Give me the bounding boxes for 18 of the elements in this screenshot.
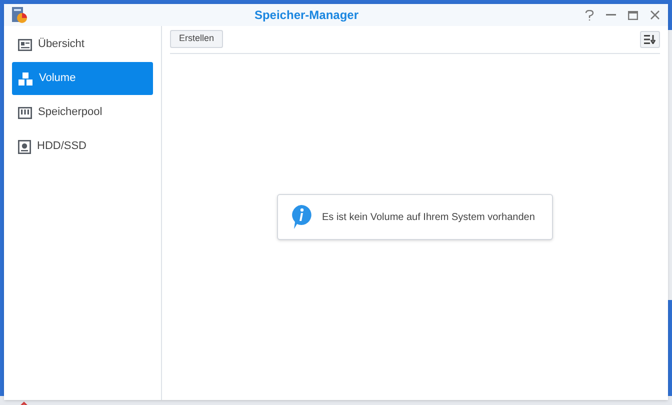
sidebar-item[interactable]: Volume [12, 62, 153, 95]
message-text: Es ist kein Volume auf Ihrem System vorhanden [322, 210, 535, 224]
create-button[interactable]: Erstellen [170, 30, 224, 48]
sidebar-item[interactable]: Speicherpool [12, 96, 153, 129]
id-card-icon [18, 38, 32, 50]
close-icon[interactable] [650, 10, 660, 20]
bars-icon [18, 106, 32, 118]
cubes-icon [18, 72, 33, 86]
sort-button[interactable] [640, 30, 660, 48]
maximize-icon[interactable] [628, 10, 638, 20]
sidebar-item[interactable]: Übersicht [12, 28, 153, 61]
app-icon [10, 6, 28, 24]
sort-icon [644, 34, 656, 44]
window-title: Speicher-Manager [254, 7, 359, 24]
info-icon [290, 204, 312, 230]
sidebar-item[interactable]: HDD/SSD [12, 130, 153, 163]
minimize-icon[interactable] [606, 14, 616, 16]
help-icon[interactable] [585, 10, 594, 20]
